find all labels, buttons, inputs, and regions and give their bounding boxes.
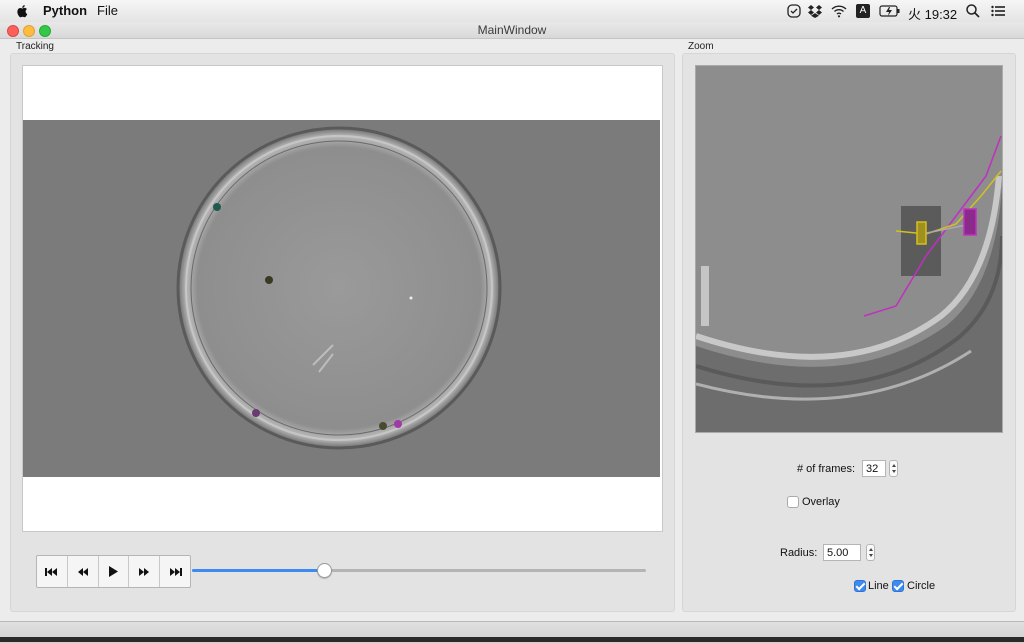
dropbox-icon[interactable] bbox=[807, 3, 823, 19]
line-label: Line bbox=[868, 580, 889, 592]
line-checkbox[interactable] bbox=[854, 580, 866, 592]
skip-to-end-icon bbox=[170, 567, 183, 576]
app-menu-python[interactable]: Python bbox=[43, 4, 87, 18]
overlay-label: Overlay bbox=[802, 496, 840, 508]
skip-to-start-button[interactable] bbox=[37, 556, 68, 587]
dock-shadow bbox=[0, 637, 1024, 642]
skip-to-start-icon bbox=[44, 567, 57, 576]
zoom-video-frame[interactable] bbox=[695, 65, 1003, 433]
tracking-view[interactable] bbox=[22, 65, 663, 532]
notification-center-icon[interactable] bbox=[990, 3, 1006, 19]
play-icon bbox=[109, 566, 119, 577]
frames-stepper[interactable] bbox=[889, 460, 898, 477]
circle-checkbox[interactable] bbox=[892, 580, 904, 592]
circle-label: Circle bbox=[907, 580, 936, 592]
apple-icon[interactable] bbox=[16, 4, 30, 18]
window-title: MainWindow bbox=[477, 23, 547, 37]
window-title-bar: MainWindow bbox=[0, 22, 1024, 39]
clock[interactable]: 火 19:32 bbox=[908, 4, 957, 23]
frames-input[interactable]: 32 bbox=[862, 460, 886, 477]
menu-file[interactable]: File bbox=[97, 4, 118, 18]
rewind-button[interactable] bbox=[68, 556, 99, 587]
fast-forward-button[interactable] bbox=[129, 556, 161, 587]
play-button[interactable] bbox=[99, 556, 130, 587]
frame-seek-slider[interactable] bbox=[192, 562, 646, 578]
playback-controls bbox=[36, 555, 191, 588]
seek-handle[interactable] bbox=[316, 563, 332, 578]
notification-check-icon[interactable] bbox=[786, 3, 802, 19]
radius-label: Radius: bbox=[780, 547, 818, 559]
input-source-icon[interactable]: A bbox=[856, 4, 870, 18]
seek-progress-fill bbox=[192, 569, 324, 572]
wifi-icon[interactable] bbox=[831, 3, 847, 19]
radius-input[interactable]: 5.00 bbox=[823, 544, 861, 561]
skip-to-end-button[interactable] bbox=[160, 556, 190, 587]
battery-icon[interactable] bbox=[879, 3, 901, 19]
spotlight-search-icon[interactable] bbox=[965, 3, 981, 19]
rewind-icon bbox=[77, 567, 88, 576]
tracking-video-frame[interactable] bbox=[23, 120, 660, 477]
frames-label: # of frames: bbox=[797, 463, 856, 475]
menu-bar: Python File A 火 19:32 bbox=[0, 0, 1024, 23]
overlay-checkbox[interactable] bbox=[787, 496, 799, 508]
radius-stepper[interactable] bbox=[866, 544, 875, 561]
zoom-group-label: Zoom bbox=[688, 41, 714, 52]
tracking-group-label: Tracking bbox=[16, 41, 54, 52]
fast-forward-icon bbox=[139, 567, 150, 576]
